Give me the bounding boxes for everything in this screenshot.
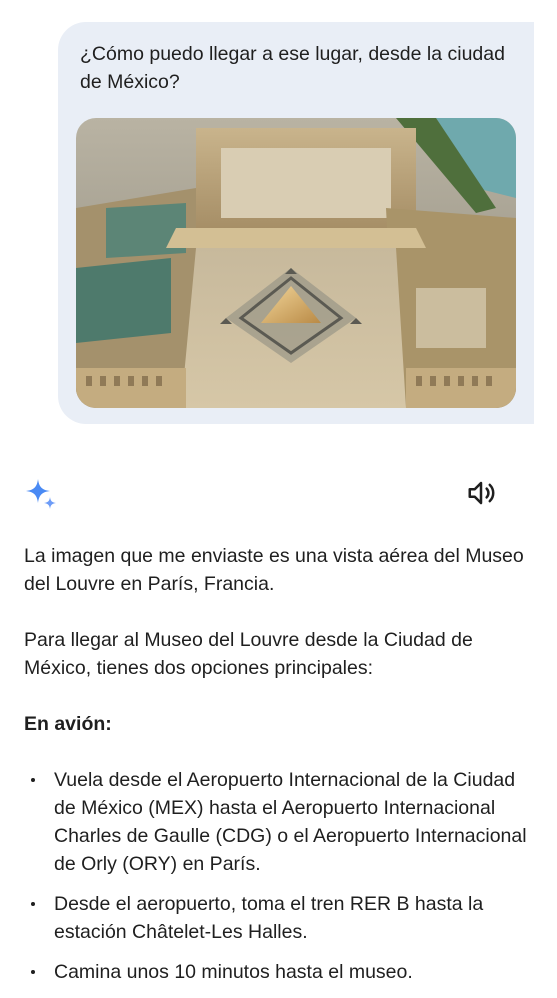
bullet-icon xyxy=(31,778,35,782)
list-item-text: Camina unos 10 minutos hasta el museo. xyxy=(54,961,413,983)
user-message-text: ¿Cómo puedo llegar a ese lugar, desde la… xyxy=(80,43,505,93)
list-item: Camina unos 10 minutos hasta el museo. xyxy=(24,958,539,986)
response-paragraph: La imagen que me enviaste es una vista a… xyxy=(24,545,524,595)
list-item: Desde el aeropuerto, toma el tren RER B … xyxy=(24,890,539,946)
list-item-text: Vuela desde el Aeropuerto Internacional … xyxy=(54,769,527,875)
user-message-bubble: ¿Cómo puedo llegar a ese lugar, desde la… xyxy=(58,22,534,424)
response-paragraph: Para llegar al Museo del Louvre desde la… xyxy=(24,629,473,679)
section-heading: En avión: xyxy=(24,713,112,735)
bullet-icon xyxy=(31,902,35,906)
louvre-aerial-photo[interactable] xyxy=(76,118,516,408)
bullet-list: Vuela desde el Aeropuerto Internacional … xyxy=(24,766,539,986)
list-item-text: Desde el aeropuerto, toma el tren RER B … xyxy=(54,893,484,943)
gemini-sparkle-icon xyxy=(24,478,58,512)
assistant-response: La imagen que me enviaste es una vista a… xyxy=(24,542,539,998)
list-item: Vuela desde el Aeropuerto Internacional … xyxy=(24,766,539,878)
speaker-icon xyxy=(466,478,496,513)
bullet-icon xyxy=(31,970,35,974)
read-aloud-button[interactable] xyxy=(464,478,498,512)
